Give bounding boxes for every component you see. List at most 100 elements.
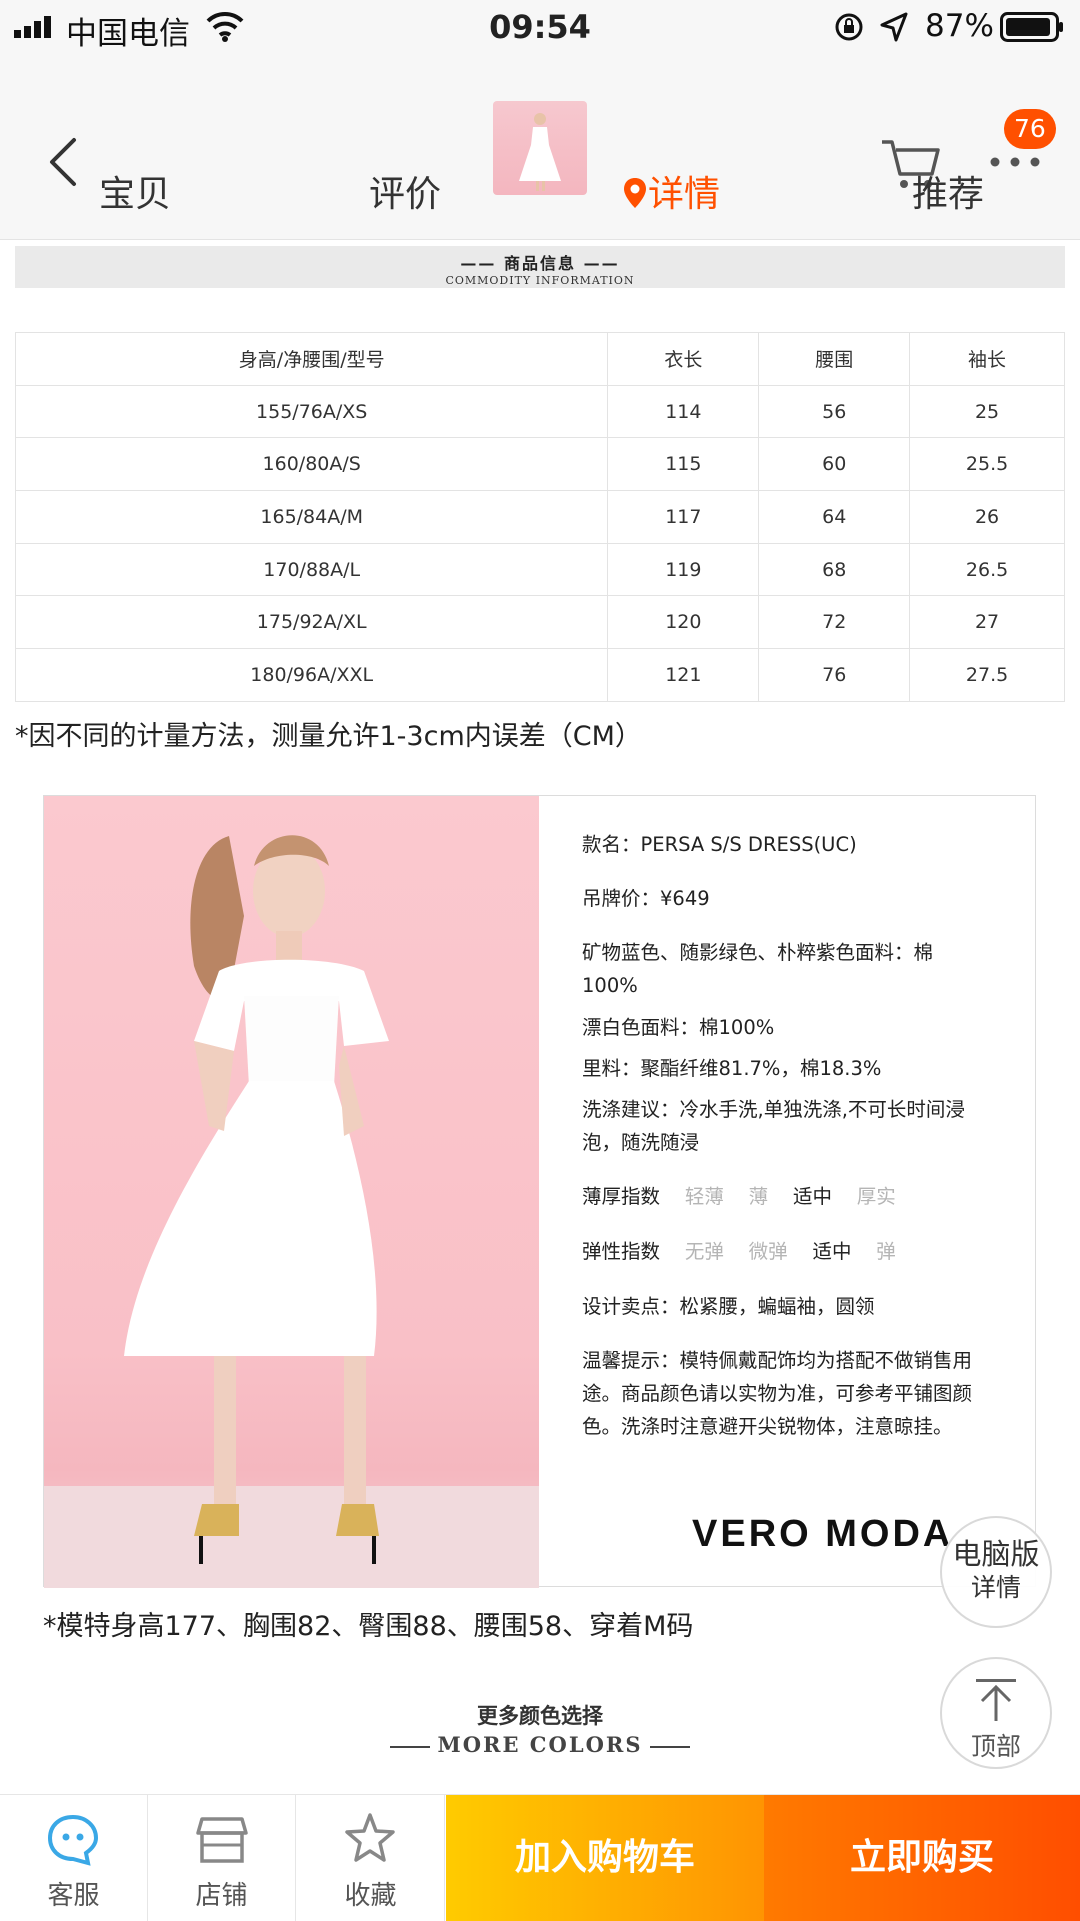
clock: 09:54 — [489, 8, 591, 46]
elasticity-index: 弹性指数 无弹 微弹 适中 弹 — [582, 1235, 1022, 1268]
pc-version-line1: 电脑版 — [952, 1537, 1040, 1571]
elasticity-option: 弹 — [876, 1240, 896, 1263]
table-cell: 25 — [909, 384, 1065, 439]
table-header-cell: 衣长 — [607, 332, 760, 386]
commodity-info-subtitle: COMMODITY INFORMATION — [445, 274, 635, 287]
table-cell: 120 — [607, 595, 760, 650]
table-cell: 114 — [607, 384, 760, 439]
table-cell: 72 — [758, 595, 911, 650]
tab-details[interactable]: 详情 — [596, 170, 746, 220]
thickness-index: 薄厚指数 轻薄 薄 适中 厚实 — [582, 1180, 1022, 1213]
table-cell: 115 — [607, 437, 760, 492]
product-thumbnail-image — [519, 113, 561, 191]
favorite-label: 收藏 — [344, 1881, 397, 1911]
table-cell: 68 — [758, 542, 911, 597]
chat-bubble-icon — [47, 1814, 99, 1866]
table-row: 160/80A/S 115 60 25.5 — [14, 437, 1065, 492]
customer-service-label: 客服 — [47, 1881, 100, 1911]
more-colors-subtitle: MORE COLORS — [437, 1732, 643, 1757]
table-cell: 165/84A/M — [14, 490, 609, 544]
tab-recommend[interactable]: 推荐 — [873, 170, 1023, 220]
spec-price: 吊牌价：¥649 — [582, 887, 710, 910]
table-cell: 160/80A/S — [14, 437, 609, 492]
rotation-lock-icon — [835, 13, 863, 41]
battery-icon — [1000, 12, 1063, 42]
tab-details-label: 详情 — [647, 174, 720, 215]
table-cell: 119 — [607, 542, 760, 597]
table-cell: 155/76A/XS — [14, 384, 609, 439]
size-table: 身高/净腰围/型号 衣长 腰围 袖长 155/76A/XS 114 56 25 … — [14, 332, 1065, 702]
back-to-top-button[interactable]: 顶部 — [940, 1657, 1052, 1769]
elasticity-option-selected: 适中 — [812, 1240, 852, 1263]
thickness-option: 轻薄 — [684, 1185, 724, 1208]
bottom-action-bar: 客服 店铺 收藏 加入购物车 立即购买 — [0, 1794, 1080, 1921]
table-cell: 25.5 — [909, 437, 1065, 492]
tab-reviews[interactable]: 评价 — [330, 170, 480, 220]
status-bar: 中国电信 09:54 87% — [0, 0, 1080, 54]
table-header-cell: 身高/净腰围/型号 — [14, 332, 609, 386]
commodity-info-banner: —— 商品信息 —— COMMODITY INFORMATION — [15, 246, 1065, 288]
table-cell: 121 — [607, 648, 760, 702]
more-colors-title: 更多颜色选择 — [477, 1704, 603, 1728]
customer-service-button[interactable]: 客服 — [0, 1795, 148, 1921]
spec-design: 设计卖点：松紧腰，蝙蝠袖，圆领 — [582, 1295, 875, 1318]
table-cell: 26 — [909, 490, 1065, 544]
elasticity-option: 无弹 — [684, 1240, 724, 1263]
spec-wash: 洗涤建议：冷水手洗,单独洗涤,不可长时间浸泡，随洗随浸 — [582, 1098, 965, 1154]
location-pin-icon — [623, 178, 646, 208]
buy-now-button[interactable]: 立即购买 — [764, 1795, 1080, 1921]
spec-fabric: 矿物蓝色、随影绿色、朴粹紫色面料：棉100% — [582, 941, 934, 997]
thickness-label: 薄厚指数 — [582, 1185, 661, 1208]
location-arrow-icon — [880, 12, 908, 42]
thickness-option: 厚实 — [856, 1185, 896, 1208]
shop-label: 店铺 — [195, 1881, 248, 1911]
thickness-option: 薄 — [748, 1185, 769, 1208]
shop-icon — [196, 1817, 248, 1863]
spec-name: 款名：PERSA S/S DRESS(UC) — [582, 833, 857, 856]
measurement-note: *因不同的计量方法，测量允许1-3cm内误差（CM） — [15, 721, 642, 752]
elasticity-option: 微弹 — [748, 1240, 788, 1263]
commodity-info-title: —— 商品信息 —— — [460, 254, 620, 273]
product-thumbnail[interactable] — [493, 101, 587, 195]
elasticity-label: 弹性指数 — [582, 1240, 661, 1263]
shop-button[interactable]: 店铺 — [148, 1795, 296, 1921]
table-cell: 26.5 — [909, 542, 1065, 597]
product-spec-card: 款名：PERSA S/S DRESS(UC) 吊牌价：¥649 矿物蓝色、随影绿… — [43, 795, 1036, 1588]
favorite-button[interactable]: 收藏 — [297, 1795, 445, 1921]
pc-version-button[interactable]: 电脑版 详情 — [940, 1516, 1052, 1628]
table-cell: 117 — [607, 490, 760, 544]
arrow-up-icon — [976, 1679, 1016, 1721]
table-header-cell: 腰围 — [758, 332, 911, 386]
divider-right — [650, 1746, 690, 1748]
table-row: 175/92A/XL 120 72 27 — [14, 595, 1065, 650]
model-illustration — [44, 835, 539, 1588]
table-cell: 170/88A/L — [14, 542, 609, 597]
table-row: 165/84A/M 117 64 26 — [14, 490, 1065, 544]
tab-reviews-label: 评价 — [368, 174, 441, 215]
table-cell: 175/92A/XL — [14, 595, 609, 650]
battery-percent: 87% — [925, 8, 994, 44]
table-header-row: 身高/净腰围/型号 衣长 腰围 袖长 — [14, 332, 1065, 386]
table-cell: 60 — [758, 437, 911, 492]
tab-item[interactable]: 宝贝 — [60, 170, 210, 220]
spec-tips: 温馨提示：模特佩戴配饰均为搭配不做销售用途。商品颜色请以实物为准，可参考平铺图颜… — [582, 1349, 973, 1438]
star-icon — [345, 1813, 395, 1862]
table-header-cell: 袖长 — [909, 332, 1065, 386]
tab-recommend-label: 推荐 — [911, 174, 984, 215]
add-to-cart-button[interactable]: 加入购物车 — [446, 1795, 764, 1921]
thickness-option-selected: 适中 — [792, 1185, 832, 1208]
table-row: 180/96A/XXL 121 76 27.5 — [14, 648, 1065, 702]
table-cell: 56 — [758, 384, 911, 439]
tab-item-label: 宝贝 — [98, 174, 171, 215]
brand-logo-text: VERO MODA — [692, 1513, 953, 1555]
model-size-note: *模特身高177、胸围82、臀围88、腰围58、穿着M码 — [43, 1611, 694, 1642]
table-row: 170/88A/L 119 68 26.5 — [14, 542, 1065, 597]
table-cell: 27.5 — [909, 648, 1065, 702]
pc-version-line2: 详情 — [970, 1573, 1021, 1602]
table-cell: 76 — [758, 648, 911, 702]
model-photo — [44, 796, 539, 1588]
spec-lining: 里料：聚酯纤维81.7%，棉18.3% — [582, 1057, 882, 1080]
table-cell: 27 — [909, 595, 1065, 650]
message-count-badge: 76 — [1004, 109, 1056, 149]
table-cell: 64 — [758, 490, 911, 544]
